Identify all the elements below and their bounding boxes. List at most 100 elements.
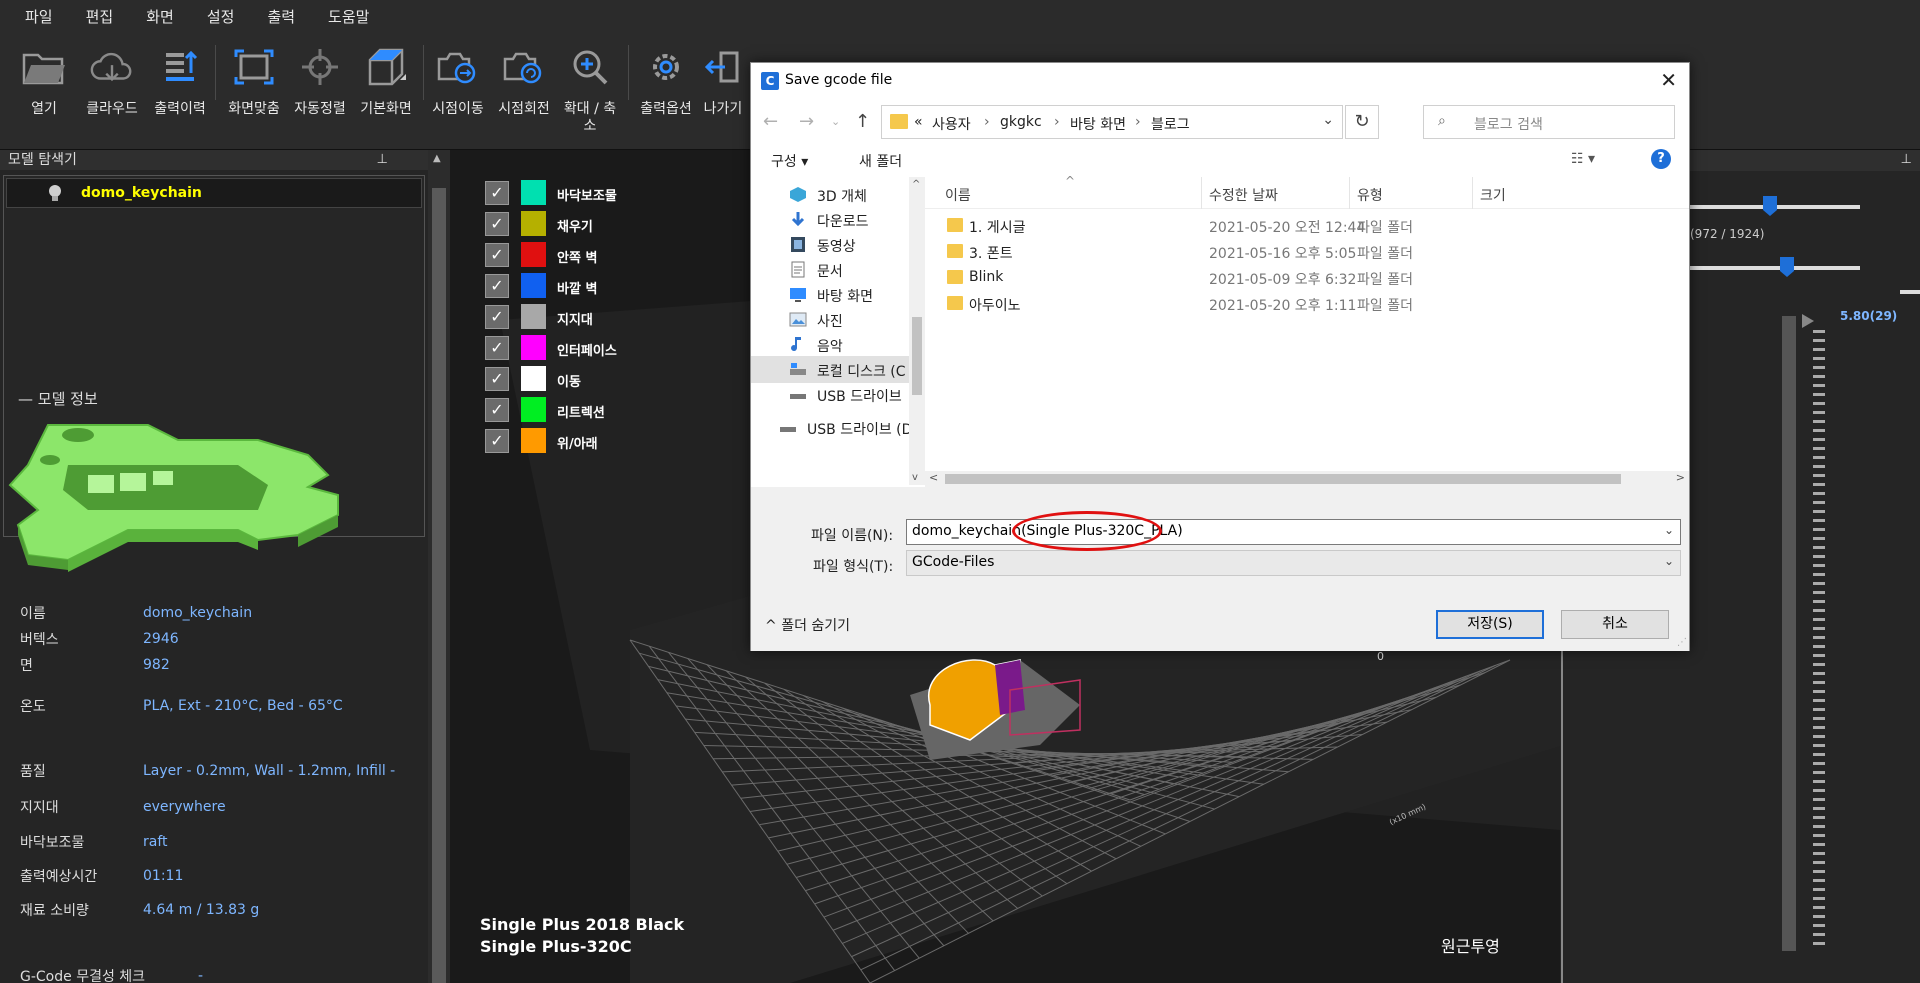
checkbox-checked[interactable]: ✓ (485, 181, 509, 205)
new-folder-button[interactable]: 새 폴더 (859, 151, 902, 171)
camera-move-button[interactable]: 시점이동 (424, 45, 492, 145)
navigation-scrollbar[interactable]: ^ v (909, 177, 925, 485)
folder-icon (947, 296, 963, 310)
save-button[interactable]: 저장(S) (1436, 610, 1544, 639)
legend-row[interactable]: ✓ 안쪽 벽 (485, 242, 685, 268)
help-icon[interactable]: ? (1651, 149, 1671, 169)
legend-row[interactable]: ✓ 인터페이스 (485, 335, 685, 361)
open-button[interactable]: 열기 (10, 45, 78, 145)
breadcrumb-item[interactable]: 사용자 (932, 114, 971, 134)
hide-folders-toggle[interactable]: ^ 폴더 숨기기 (765, 615, 850, 635)
legend-row[interactable]: ✓ 지지대 (485, 304, 685, 330)
zoom-button[interactable]: 확대 / 축소 (556, 45, 624, 145)
print-options-button[interactable]: 출력옵션 (632, 45, 700, 145)
file-list-hscrollbar[interactable]: < > (925, 471, 1689, 487)
history-button[interactable]: 출력이력 (146, 45, 214, 145)
file-row[interactable]: 3. 폰트 2021-05-16 오후 5:05 파일 폴더 (925, 238, 1689, 264)
organize-button[interactable]: 구성 ▾ (771, 151, 808, 171)
legend-row[interactable]: ✓ 바닥보조물 (485, 180, 685, 206)
fit-screen-button[interactable]: 화면맞춤 (220, 45, 288, 145)
file-list-header: 이름 ^ 수정한 날짜 유형 크기 (925, 174, 1689, 209)
checkbox-checked[interactable]: ✓ (485, 212, 509, 236)
checkbox-checked[interactable]: ✓ (485, 398, 509, 422)
annotation-ellipse (1012, 511, 1162, 551)
nav-item-pictures[interactable]: 사진 (751, 306, 909, 333)
close-icon[interactable]: ✕ (1660, 68, 1677, 92)
menu-edit[interactable]: 편집 (86, 6, 114, 27)
auto-align-button[interactable]: 자동정렬 (286, 45, 354, 145)
nav-item-usb[interactable]: USB 드라이브 (D:) (741, 414, 911, 441)
checkbox-checked[interactable]: ✓ (485, 336, 509, 360)
chevron-down-icon[interactable]: ⌄ (1664, 523, 1674, 537)
layer-slider-knob[interactable] (1780, 257, 1794, 277)
camera-move-icon (435, 45, 481, 89)
back-arrow-icon[interactable]: ← (763, 111, 778, 132)
pin-icon[interactable]: ⊥ (1901, 152, 1912, 167)
legend-swatch (521, 397, 546, 422)
menu-help[interactable]: 도움말 (328, 6, 369, 27)
video-icon (791, 237, 805, 252)
progress-slider-knob[interactable] (1763, 196, 1777, 216)
menu-settings[interactable]: 설정 (207, 6, 235, 27)
address-bar[interactable]: « 사용자 › gkgkc › 바탕 화면 › 블로그 ⌄ (881, 105, 1343, 139)
model-list-item[interactable]: domo_keychain (6, 178, 422, 208)
nav-item-documents[interactable]: 문서 (751, 256, 909, 283)
legend-row[interactable]: ✓ 채우기 (485, 211, 685, 237)
nav-item-usb[interactable]: USB 드라이브 (D:) (751, 381, 909, 408)
layer-slider-track[interactable] (1690, 266, 1860, 270)
left-panel-scrollbar[interactable]: ▲ (428, 150, 450, 983)
chevron-down-icon[interactable]: ⌄ (1322, 112, 1334, 128)
perspective-toggle[interactable]: 원근투영 (1441, 933, 1500, 957)
legend-row[interactable]: ✓ 이동 (485, 366, 685, 392)
app-window: 파일 편집 화면 설정 출력 도움말 열기 클라우드 출력이력 화면맞춤 자동정… (0, 0, 1920, 983)
recent-chevron-icon[interactable]: ⌄ (831, 115, 840, 128)
breadcrumb-item[interactable]: 블로그 (1151, 114, 1190, 134)
lightbulb-icon[interactable] (45, 183, 65, 203)
resize-grip-icon[interactable]: ⋰ (1677, 637, 1687, 648)
checkbox-checked[interactable]: ✓ (485, 305, 509, 329)
cloud-button[interactable]: 클라우드 (78, 45, 146, 145)
pin-icon[interactable]: ⊥ (377, 150, 388, 170)
forward-arrow-icon[interactable]: → (799, 111, 814, 132)
layer-range-bar[interactable] (1782, 316, 1796, 951)
view-options-icon[interactable]: ☷ ▾ (1571, 151, 1595, 167)
checkbox-checked[interactable]: ✓ (485, 367, 509, 391)
layer-pointer-icon[interactable] (1802, 314, 1814, 328)
up-arrow-icon[interactable]: ↑ (855, 111, 870, 132)
filetype-select[interactable]: GCode-Files ⌄ (906, 550, 1681, 576)
checkbox-checked[interactable]: ✓ (485, 243, 509, 267)
checkbox-checked[interactable]: ✓ (485, 274, 509, 298)
nav-item-3d-objects[interactable]: 3D 개체 (751, 181, 909, 208)
nav-item-music[interactable]: 음악 (751, 331, 909, 358)
column-date[interactable]: 수정한 날짜 (1209, 185, 1278, 205)
file-row[interactable]: 아두이노 2021-05-20 오후 1:11 파일 폴더 (925, 290, 1689, 316)
file-row[interactable]: Blink 2021-05-09 오후 6:32 파일 폴더 (925, 264, 1689, 290)
checkbox-checked[interactable]: ✓ (485, 429, 509, 453)
menu-view[interactable]: 화면 (146, 6, 174, 27)
cancel-button[interactable]: 취소 (1561, 610, 1669, 639)
column-name[interactable]: 이름 (945, 185, 971, 205)
nav-item-desktop[interactable]: 바탕 화면 (751, 281, 909, 308)
legend-row[interactable]: ✓ 바깥 벽 (485, 273, 685, 299)
legend-row[interactable]: ✓ 위/아래 (485, 428, 685, 454)
exit-button[interactable]: 나가기 (698, 45, 748, 145)
model-info-header[interactable]: — 모델 정보 (18, 388, 98, 409)
chevron-down-icon[interactable]: ⌄ (1664, 554, 1674, 568)
usb-drive-icon (780, 427, 796, 432)
nav-item-local-disk[interactable]: 로컬 디스크 (C:) (751, 356, 909, 383)
menu-print[interactable]: 출력 (267, 6, 295, 27)
refresh-icon[interactable]: ↻ (1345, 105, 1379, 139)
breadcrumb-item[interactable]: 바탕 화면 (1070, 114, 1126, 134)
camera-rotate-button[interactable]: 시점회전 (490, 45, 558, 145)
menu-file[interactable]: 파일 (25, 6, 53, 27)
file-row[interactable]: 1. 게시글 2021-05-20 오전 12:44 파일 폴더 (925, 212, 1689, 238)
column-type[interactable]: 유형 (1357, 185, 1383, 205)
gear-icon (643, 45, 689, 89)
search-input[interactable]: ⌕ 블로그 검색 (1423, 105, 1675, 139)
column-size[interactable]: 크기 (1480, 185, 1506, 205)
default-view-button[interactable]: 기본화면 (352, 45, 420, 145)
breadcrumb-item[interactable]: gkgkc (1000, 114, 1042, 130)
nav-item-downloads[interactable]: 다운로드 (751, 206, 909, 233)
nav-item-videos[interactable]: 동영상 (751, 231, 909, 258)
legend-row[interactable]: ✓ 리트렉션 (485, 397, 685, 423)
